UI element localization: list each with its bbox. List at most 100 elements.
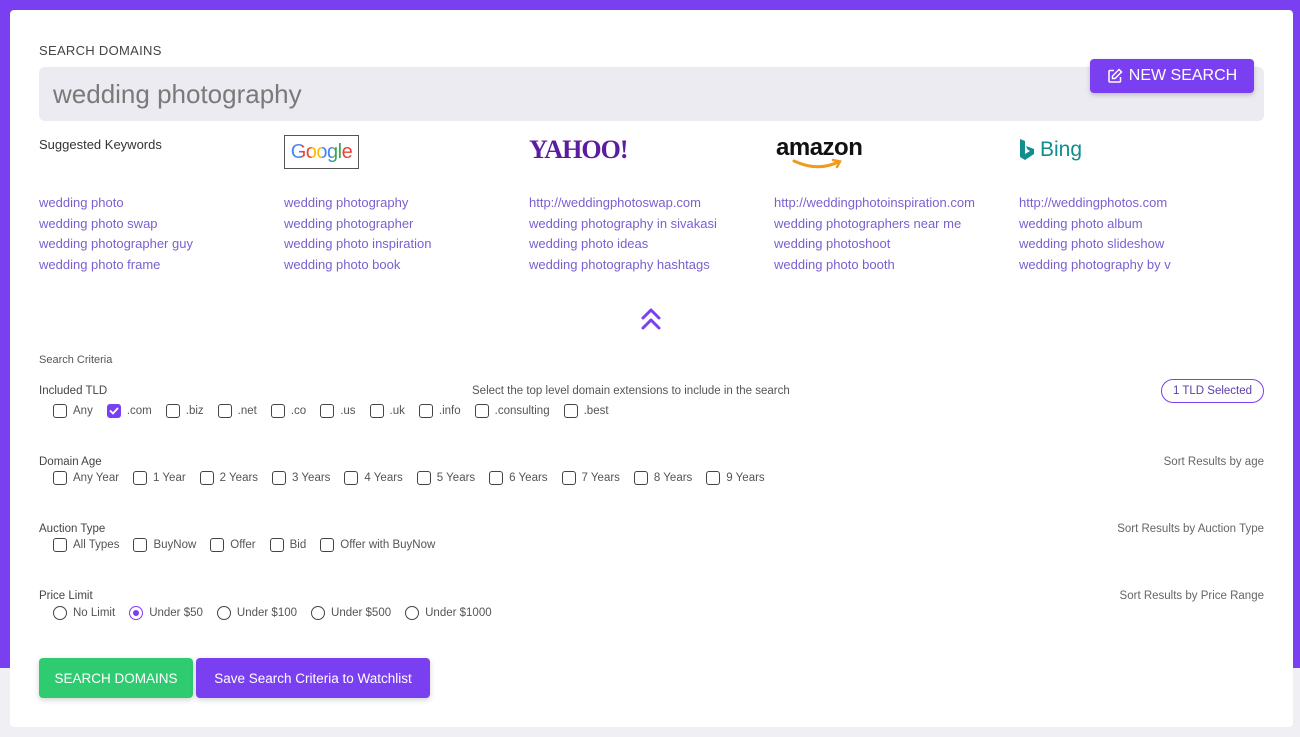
radio-button[interactable] <box>311 606 326 620</box>
keyword-link[interactable]: wedding photo ideas <box>529 234 717 255</box>
radio-button[interactable] <box>216 606 231 620</box>
option-label: 2 Years <box>219 472 259 484</box>
keyword-link[interactable]: wedding photography <box>284 193 431 214</box>
checkbox-option[interactable]: .uk <box>369 404 405 418</box>
keyword-link[interactable]: wedding photo swap <box>39 214 193 235</box>
option-label: Offer with BuyNow <box>340 539 436 551</box>
tld-options: Any .com .biz .net .co .us .uk .info .consulting… <box>53 404 623 418</box>
keyword-link[interactable]: wedding photo frame <box>39 255 193 276</box>
option-label: Bid <box>289 539 307 551</box>
keyword-link[interactable]: wedding photographer <box>284 214 431 235</box>
checkbox-option[interactable]: 2 Years <box>199 471 259 485</box>
checkbox-option[interactable]: 9 Years <box>706 471 765 485</box>
checkbox-option[interactable]: 1 Year <box>133 471 186 485</box>
checkbox[interactable] <box>165 404 180 418</box>
radio-button[interactable] <box>53 606 67 620</box>
keyword-column-1: wedding photo wedding photo swap wedding… <box>39 193 193 275</box>
checkbox-option[interactable]: .consulting <box>474 404 550 418</box>
checkbox[interactable] <box>106 404 121 418</box>
checkbox[interactable] <box>489 471 504 485</box>
radio-option[interactable]: Under $500 <box>311 606 391 620</box>
keyword-link[interactable]: wedding photo slideshow <box>1019 234 1171 255</box>
checkbox-option[interactable]: 6 Years <box>489 471 548 485</box>
checkbox-option[interactable]: 3 Years <box>272 471 330 485</box>
bing-b-icon <box>1020 139 1034 160</box>
checkbox-option[interactable]: BuyNow <box>133 538 196 552</box>
checkbox[interactable] <box>210 538 225 552</box>
checkbox[interactable] <box>369 404 384 418</box>
keyword-link[interactable]: wedding photo book <box>284 255 431 276</box>
checkbox[interactable] <box>133 538 148 552</box>
checkbox[interactable] <box>344 471 359 485</box>
checkbox-option[interactable]: 5 Years <box>416 471 475 485</box>
checkbox[interactable] <box>474 404 489 418</box>
checkbox-option[interactable]: .net <box>217 404 257 418</box>
checkbox-option[interactable]: Offer with BuyNow <box>320 538 435 552</box>
domain-age-options: Any Year 1 Year 2 Years 3 Years 4 Years 5 Yea… <box>53 471 779 485</box>
checkmark-icon <box>109 407 119 415</box>
checkbox-option[interactable]: All Types <box>53 538 119 552</box>
keyword-link[interactable]: http://weddingphotoinspiration.com <box>774 193 975 214</box>
checkbox[interactable] <box>320 404 335 418</box>
checkbox[interactable] <box>418 404 433 418</box>
search-input[interactable] <box>39 67 1264 121</box>
checkbox[interactable] <box>217 404 232 418</box>
checkbox-option[interactable]: Offer <box>210 538 256 552</box>
checkbox[interactable] <box>563 404 578 418</box>
radio-option[interactable]: Under $100 <box>216 606 297 620</box>
checkbox[interactable] <box>269 538 284 552</box>
google-logo-text: Google <box>290 140 353 163</box>
keyword-link[interactable]: wedding photo booth <box>774 255 975 276</box>
keyword-link[interactable]: http://weddingphotos.com <box>1019 193 1171 214</box>
keyword-link[interactable]: wedding photo album <box>1019 214 1171 235</box>
radio-option[interactable]: No Limit <box>53 606 115 620</box>
checkbox[interactable] <box>270 404 285 418</box>
keyword-link[interactable]: wedding photo inspiration <box>284 234 431 255</box>
search-label: SEARCH DOMAINS <box>39 43 162 58</box>
radio-button[interactable] <box>129 606 144 620</box>
checkbox-option[interactable]: .best <box>563 404 609 418</box>
checkbox-option[interactable]: .info <box>418 404 461 418</box>
option-label: .co <box>290 405 307 417</box>
checkbox[interactable] <box>133 471 148 485</box>
checkbox-option[interactable]: Any <box>53 404 93 418</box>
checkbox[interactable] <box>416 471 431 485</box>
double-chevron-up-icon[interactable] <box>640 306 662 332</box>
new-search-button[interactable]: NEW SEARCH <box>1090 59 1254 93</box>
checkbox[interactable] <box>53 538 67 552</box>
option-label: .com <box>126 405 152 417</box>
checkbox-option[interactable]: .us <box>320 404 356 418</box>
radio-option[interactable]: Under $1000 <box>405 606 492 620</box>
radio-button[interactable] <box>405 606 420 620</box>
checkbox-option[interactable]: Bid <box>269 538 307 552</box>
checkbox-option[interactable]: 4 Years <box>344 471 403 485</box>
save-to-watchlist-button[interactable]: Save Search Criteria to Watchlist <box>196 658 430 698</box>
tld-selected-badge[interactable]: 1 TLD Selected <box>1161 379 1264 403</box>
checkbox[interactable] <box>320 538 335 552</box>
checkbox-option[interactable]: .co <box>270 404 307 418</box>
radio-option[interactable]: Under $50 <box>129 606 203 620</box>
checkbox[interactable] <box>199 471 214 485</box>
keyword-link[interactable]: http://weddingphotoswap.com <box>529 193 717 214</box>
checkbox[interactable] <box>706 471 721 485</box>
search-domains-button[interactable]: SEARCH DOMAINS <box>39 658 193 698</box>
keyword-link[interactable]: wedding photo <box>39 193 193 214</box>
checkbox-option[interactable]: 8 Years <box>633 471 692 485</box>
checkbox-option[interactable]: 7 Years <box>561 471 620 485</box>
checkbox[interactable] <box>633 471 648 485</box>
checkbox[interactable] <box>561 471 576 485</box>
keyword-link[interactable]: wedding photography by v <box>1019 255 1171 276</box>
option-label: 6 Years <box>509 472 548 484</box>
keyword-link[interactable]: wedding photoshoot <box>774 234 975 255</box>
keyword-link[interactable]: wedding photographers near me <box>774 214 975 235</box>
auction-type-options: All Types BuyNow Offer Bid Offer with BuyNow <box>53 538 449 552</box>
keyword-link[interactable]: wedding photographer guy <box>39 234 193 255</box>
checkbox-option[interactable]: .com <box>106 404 152 418</box>
checkbox-option[interactable]: Any Year <box>53 471 119 485</box>
checkbox-option[interactable]: .biz <box>165 404 204 418</box>
checkbox[interactable] <box>53 471 67 485</box>
keyword-link[interactable]: wedding photography hashtags <box>529 255 717 276</box>
checkbox[interactable] <box>272 471 287 485</box>
keyword-link[interactable]: wedding photography in sivakasi <box>529 214 717 235</box>
checkbox[interactable] <box>53 404 67 418</box>
